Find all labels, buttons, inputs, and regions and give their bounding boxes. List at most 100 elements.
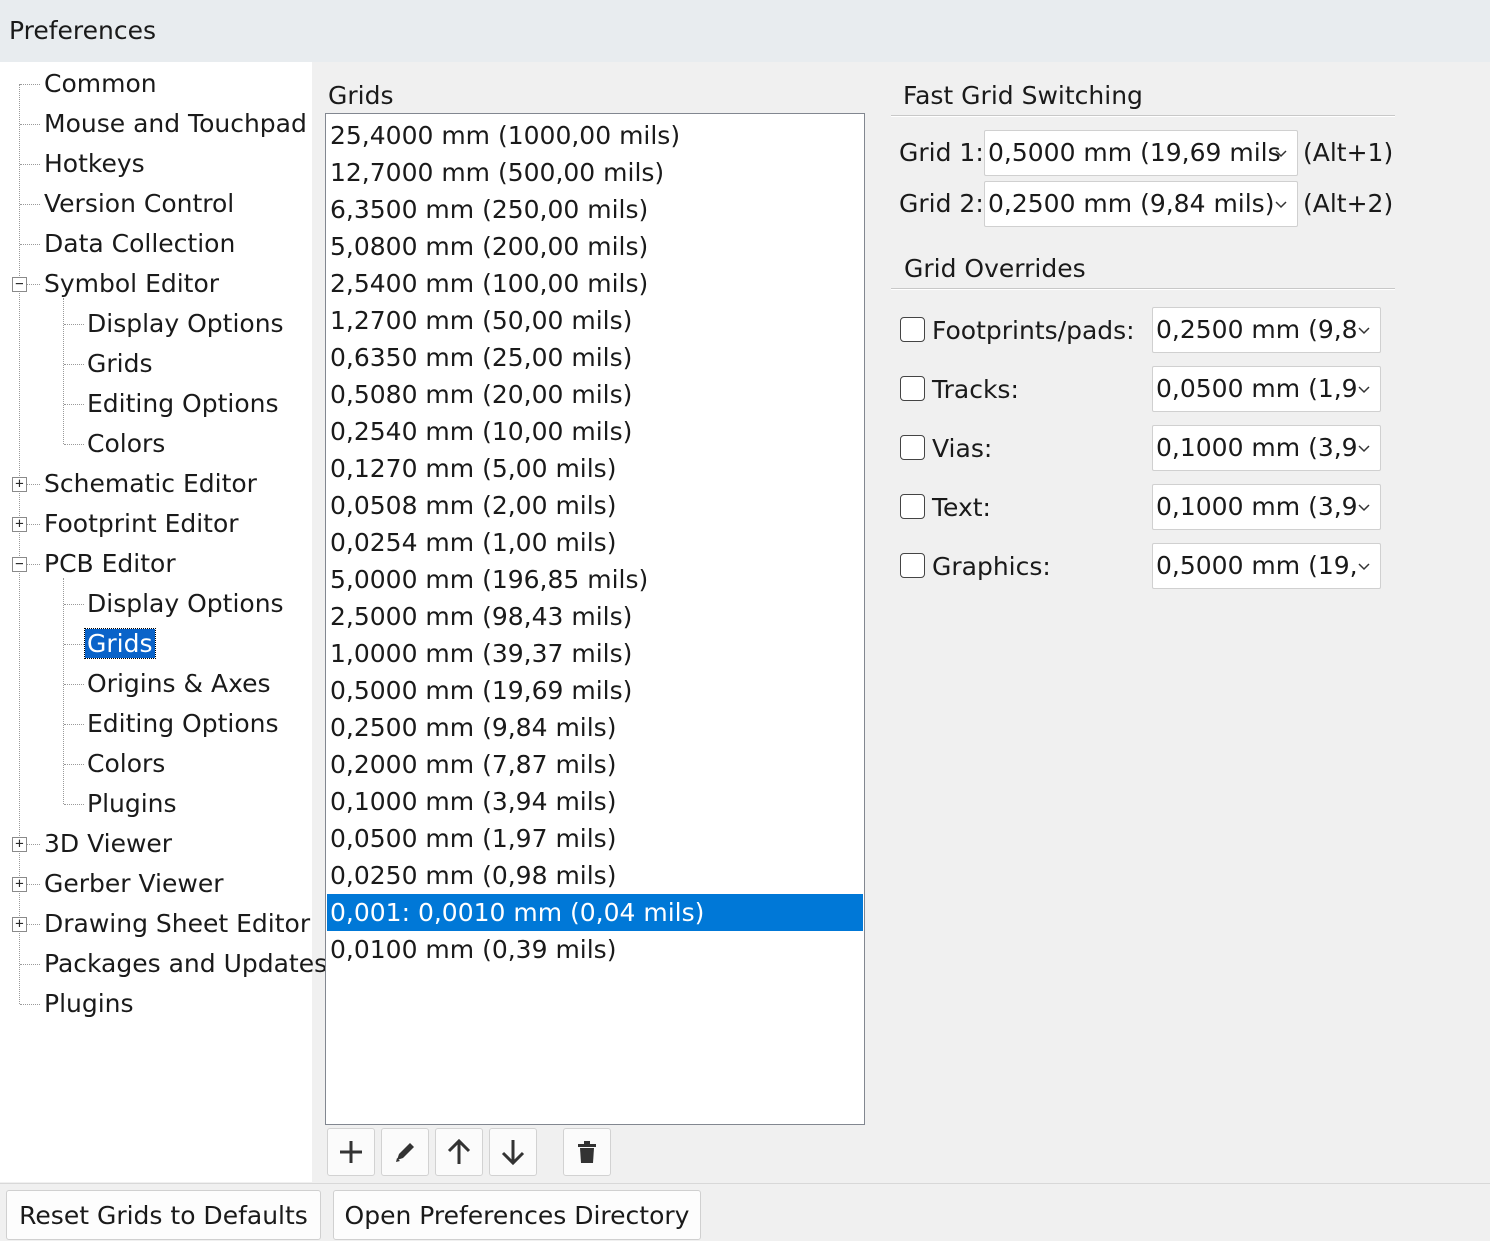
override-checkbox[interactable] — [900, 494, 925, 519]
grid-list-item[interactable]: 5,0000 mm (196,85 mils) — [327, 561, 863, 598]
chevron-down-icon — [1358, 563, 1370, 571]
tree-connector — [20, 124, 40, 125]
grid1-select[interactable]: 0,5000 mm (19,69 mils — [984, 130, 1298, 176]
tree-connector — [63, 298, 64, 444]
grid-list-item[interactable]: 0,0250 mm (0,98 mils) — [327, 857, 863, 894]
grid-list-item[interactable]: 0,1270 mm (5,00 mils) — [327, 450, 863, 487]
grid1-hotkey: (Alt+1) — [1303, 138, 1394, 167]
override-select[interactable]: 0,1000 mm (3,9 — [1152, 425, 1381, 471]
tree-connector — [63, 578, 64, 804]
open-preferences-directory-button[interactable]: Open Preferences Directory — [333, 1190, 701, 1240]
tree-item[interactable]: Display Options — [85, 304, 286, 344]
tree-item[interactable]: Grids — [84, 624, 156, 664]
override-label: Graphics: — [932, 552, 1051, 581]
tree-connector — [64, 644, 84, 645]
fast-grid-title: Fast Grid Switching — [903, 81, 1143, 110]
tree-item-label: Version Control — [44, 189, 235, 218]
tree-item[interactable]: Data Collection — [42, 224, 237, 264]
override-checkbox[interactable] — [900, 376, 925, 401]
grid-list-item[interactable]: 12,7000 mm (500,00 mils) — [327, 154, 863, 191]
tree-item[interactable]: Common — [42, 64, 159, 104]
grid2-select[interactable]: 0,2500 mm (9,84 mils) — [984, 181, 1298, 227]
tree-item[interactable]: Editing Options — [85, 704, 280, 744]
override-value: 0,0500 mm (1,9 — [1156, 374, 1358, 403]
tree-item[interactable]: Footprint Editor — [42, 504, 241, 544]
tree-item[interactable]: Schematic Editor — [42, 464, 259, 504]
tree-item[interactable]: Symbol Editor — [42, 264, 221, 304]
grid-list-item[interactable]: 2,5400 mm (100,00 mils) — [327, 265, 863, 302]
override-label: Vias: — [932, 434, 993, 463]
override-select[interactable]: 0,5000 mm (19, — [1152, 543, 1381, 589]
expand-icon[interactable]: + — [12, 837, 27, 852]
override-label: Text: — [932, 493, 991, 522]
tree-item-label: Gerber Viewer — [44, 869, 224, 898]
override-checkbox[interactable] — [900, 553, 925, 578]
tree-connector — [64, 404, 84, 405]
edit-grid-button[interactable] — [381, 1128, 429, 1176]
preferences-tree[interactable]: Common Mouse and Touchpad Hotkeys Version C… — [0, 62, 327, 1182]
grid-list-item[interactable]: 1,2700 mm (50,00 mils) — [327, 302, 863, 339]
override-select[interactable]: 0,1000 mm (3,9 — [1152, 484, 1381, 530]
grid-list-item[interactable]: 25,4000 mm (1000,00 mils) — [327, 117, 863, 154]
tree-item[interactable]: Hotkeys — [42, 144, 147, 184]
tree-item[interactable]: Plugins — [42, 984, 136, 1024]
chevron-down-icon — [1358, 504, 1370, 512]
grid-list-item[interactable]: 0,5080 mm (20,00 mils) — [327, 376, 863, 413]
grid-list-item[interactable]: 0,2540 mm (10,00 mils) — [327, 413, 863, 450]
grid-list-item[interactable]: 0,2000 mm (7,87 mils) — [327, 746, 863, 783]
grid-list-item[interactable]: 6,3500 mm (250,00 mils) — [327, 191, 863, 228]
grid-list-item[interactable]: 0,6350 mm (25,00 mils) — [327, 339, 863, 376]
chevron-down-icon — [1275, 201, 1287, 209]
override-select[interactable]: 0,0500 mm (1,9 — [1152, 366, 1381, 412]
grid-list-item[interactable]: 0,5000 mm (19,69 mils) — [327, 672, 863, 709]
tree-item[interactable]: Plugins — [85, 784, 179, 824]
delete-grid-button[interactable] — [563, 1128, 611, 1176]
tree-item-label: Editing Options — [87, 389, 279, 418]
move-up-button[interactable] — [435, 1128, 483, 1176]
collapse-icon[interactable]: − — [12, 557, 27, 572]
expand-icon[interactable]: + — [12, 477, 27, 492]
tree-item[interactable]: Colors — [85, 424, 167, 464]
tree-item[interactable]: Version Control — [42, 184, 236, 224]
add-grid-button[interactable] — [327, 1128, 375, 1176]
override-checkbox[interactable] — [900, 435, 925, 460]
tree-item[interactable]: Origins & Axes — [85, 664, 273, 704]
expand-icon[interactable]: + — [12, 917, 27, 932]
tree-item-label: Schematic Editor — [44, 469, 257, 498]
grid-list-item[interactable]: 0,0254 mm (1,00 mils) — [327, 524, 863, 561]
tree-item[interactable]: Grids — [85, 344, 155, 384]
grid-list[interactable]: 25,4000 mm (1000,00 mils) 12,7000 mm (500… — [325, 113, 865, 1125]
tree-item[interactable]: Editing Options — [85, 384, 280, 424]
tree-item[interactable]: PCB Editor — [42, 544, 178, 584]
tree-item[interactable]: Colors — [85, 744, 167, 784]
tree-item[interactable]: 3D Viewer — [42, 824, 174, 864]
tree-item[interactable]: Drawing Sheet Editor — [42, 904, 312, 944]
tree-item[interactable]: Mouse and Touchpad — [42, 104, 309, 144]
grid-list-item[interactable]: 0,0100 mm (0,39 mils) — [327, 931, 863, 968]
grid-list-item[interactable]: 5,0800 mm (200,00 mils) — [327, 228, 863, 265]
chevron-down-icon — [1358, 327, 1370, 335]
reset-grids-button[interactable]: Reset Grids to Defaults — [6, 1190, 321, 1240]
expand-icon[interactable]: + — [12, 877, 27, 892]
override-checkbox[interactable] — [900, 317, 925, 342]
grid-list-item[interactable]: 0,1000 mm (3,94 mils) — [327, 783, 863, 820]
move-down-button[interactable] — [489, 1128, 537, 1176]
grid-list-item[interactable]: 0,001: 0,0010 mm (0,04 mils) — [327, 894, 863, 931]
grid-list-item[interactable]: 0,0508 mm (2,00 mils) — [327, 487, 863, 524]
tree-item-label: Origins & Axes — [87, 669, 271, 698]
override-value: 0,1000 mm (3,9 — [1156, 492, 1358, 521]
grid-list-item[interactable]: 0,0500 mm (1,97 mils) — [327, 820, 863, 857]
tree-item[interactable]: Display Options — [85, 584, 286, 624]
grid-list-item[interactable]: 2,5000 mm (98,43 mils) — [327, 598, 863, 635]
tree-item[interactable]: Packages and Updates — [42, 944, 329, 984]
expand-icon[interactable]: + — [12, 517, 27, 532]
grid-list-item[interactable]: 1,0000 mm (39,37 mils) — [327, 635, 863, 672]
override-select[interactable]: 0,2500 mm (9,8 — [1152, 307, 1381, 353]
tree-item-label: Hotkeys — [44, 149, 145, 178]
tree-item-label: Footprint Editor — [44, 509, 239, 538]
pencil-icon — [396, 1143, 414, 1162]
title-bar: Preferences — [0, 0, 1490, 62]
collapse-icon[interactable]: − — [12, 277, 27, 292]
grid-list-item[interactable]: 0,2500 mm (9,84 mils) — [327, 709, 863, 746]
tree-item[interactable]: Gerber Viewer — [42, 864, 226, 904]
